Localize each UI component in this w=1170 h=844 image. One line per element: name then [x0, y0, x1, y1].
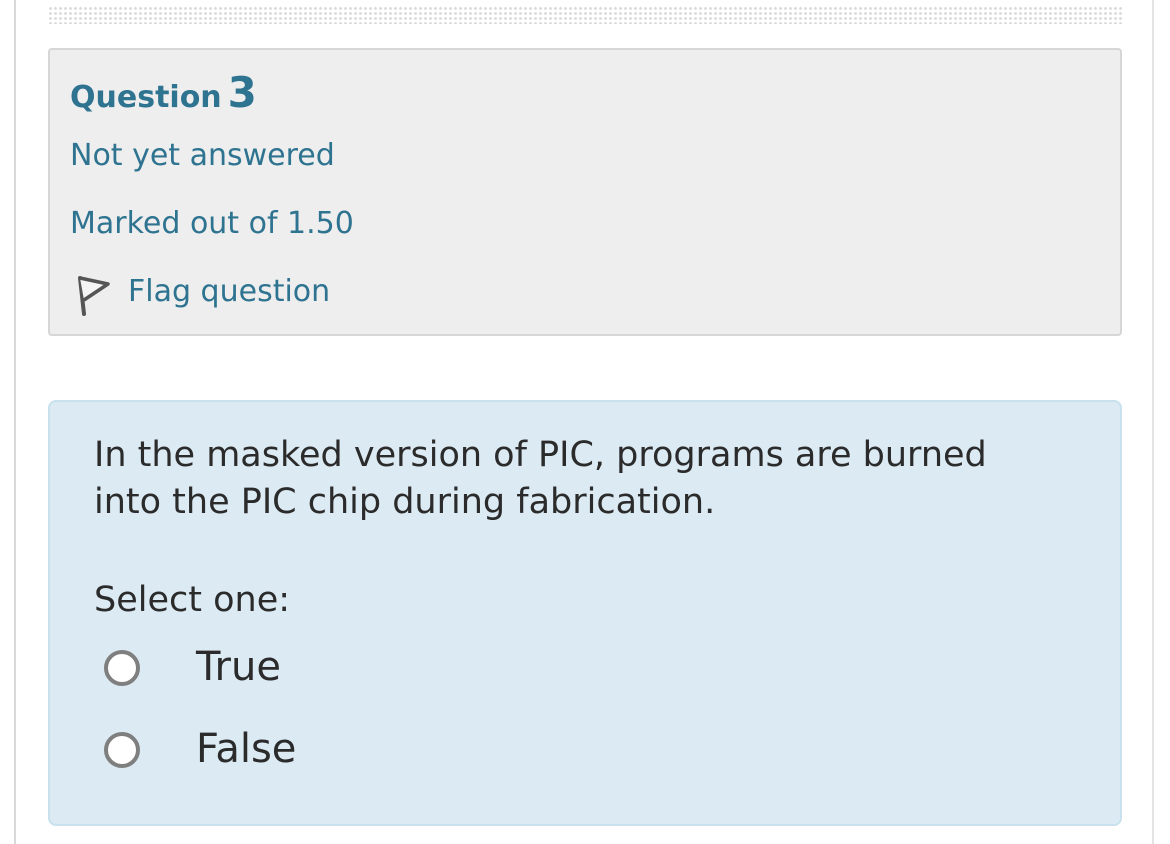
- question-grade: Marked out of 1.50: [70, 206, 354, 241]
- select-one-prompt: Select one:: [94, 580, 291, 620]
- answer-label-true: True: [196, 644, 281, 690]
- answer-option-false[interactable]: False: [104, 726, 504, 778]
- question-state: Not yet answered: [70, 138, 335, 173]
- question-label: Question: [70, 80, 222, 115]
- question-number: 3: [227, 68, 257, 117]
- quiz-page: Question 3 Not yet answered Marked out of…: [0, 0, 1170, 844]
- radio-true[interactable]: [104, 650, 140, 686]
- answer-label-false: False: [196, 726, 297, 772]
- radio-false[interactable]: [104, 732, 140, 768]
- question-heading: Question 3: [70, 68, 257, 117]
- question-content-panel: In the masked version of PIC, programs a…: [48, 400, 1122, 826]
- flag-question-label: Flag question: [128, 274, 331, 309]
- right-border: [1152, 0, 1154, 844]
- flag-icon: [78, 276, 110, 316]
- question-info-panel: Question 3 Not yet answered Marked out of…: [48, 48, 1122, 336]
- question-text: In the masked version of PIC, programs a…: [94, 435, 987, 522]
- dotted-separator: [48, 6, 1122, 24]
- answer-option-true[interactable]: True: [104, 644, 504, 696]
- left-border: [14, 0, 16, 844]
